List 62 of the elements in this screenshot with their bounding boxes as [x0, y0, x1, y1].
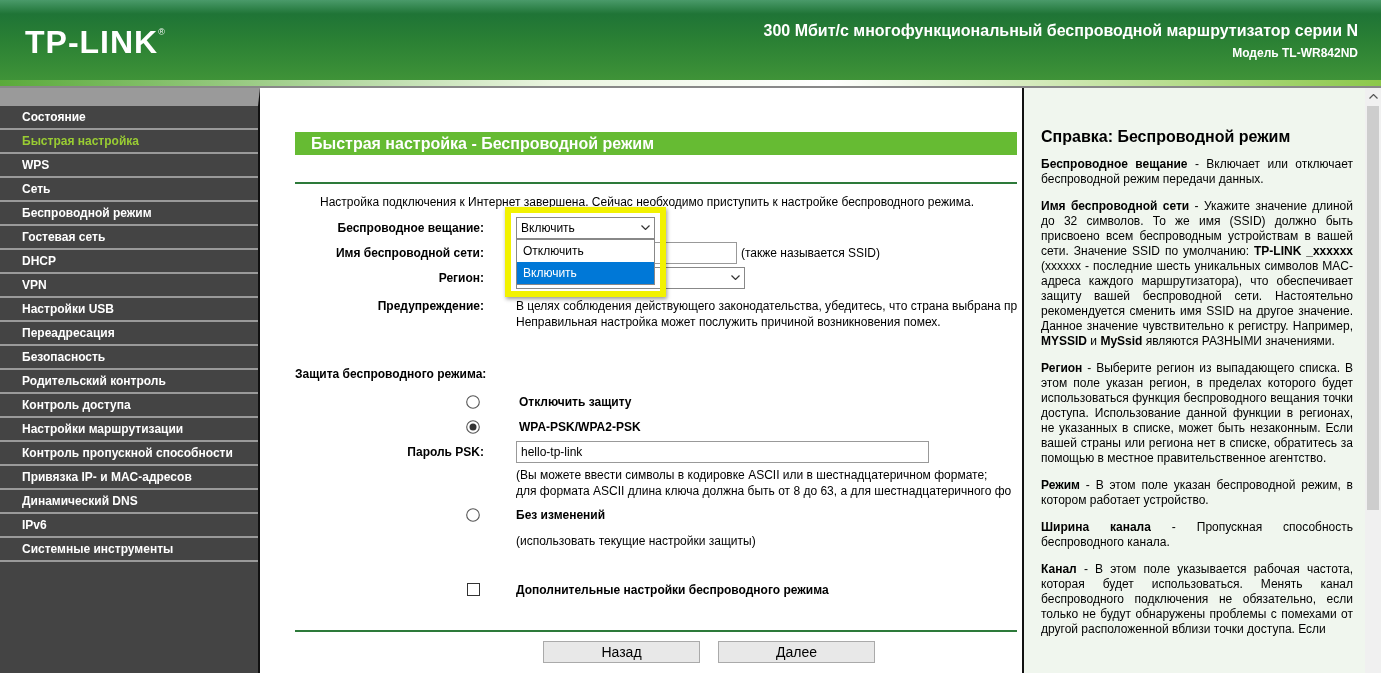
dropdown-option[interactable]: Отключить	[517, 239, 654, 262]
help-paragraph: Режим - В этом поле указан беспроводной режим, в котором работает устройство.	[1041, 478, 1353, 508]
radio-button[interactable]	[466, 507, 480, 522]
radio-label: Отключить защиту	[518, 394, 632, 409]
help-title: Справка: Беспроводной режим	[1041, 128, 1292, 146]
sidebar-item[interactable]: Гостевая сеть	[0, 226, 258, 250]
caret-icon	[641, 225, 650, 230]
checkbox-label: Дополнительные настройки беспроводного режима	[516, 582, 829, 597]
help-paragraph: Беспроводное вещание - Включает или отключает беспроводной режим передачи данных.	[1041, 157, 1353, 187]
sidebar-item[interactable]: VPN	[0, 274, 258, 298]
sidebar-item[interactable]: Переадресация	[0, 322, 258, 346]
sidebar-item[interactable]: Настройки маршрутизации	[0, 418, 258, 442]
note-text: (Вы можете ввести символы в кодировке ASCII или в шестнадцатеричном формате;	[516, 467, 989, 483]
broadcast-select[interactable]: Включить	[516, 216, 655, 239]
help-paragraph: Ширина канала - Пропускная способность беспроводного канала.	[1041, 520, 1353, 550]
sidebar-item[interactable]: Беспроводной режим	[0, 202, 258, 226]
sidebar-item[interactable]: Системные инструменты	[0, 538, 258, 562]
password-field[interactable]: hello-tp-link	[516, 440, 929, 463]
note-text: (использовать текущие настройки защиты)	[516, 533, 757, 549]
sidebar-item[interactable]: Настройки USB	[0, 298, 258, 322]
select-value: Включить	[521, 220, 575, 235]
product-title: 300 Мбит/с многофункциональный беспроводной маршрутизатор серии N	[763, 22, 1358, 40]
nav-button[interactable]: Далее	[718, 641, 875, 663]
caret-icon	[731, 275, 740, 280]
sidebar-item[interactable]: Сеть	[0, 178, 258, 202]
radio-label: Без изменений	[516, 507, 606, 522]
radio-button[interactable]	[466, 419, 480, 434]
sidebar-item[interactable]: IPv6	[0, 514, 258, 538]
sidebar-item[interactable]: Привязка IP- и MAC-адресов	[0, 466, 258, 490]
help-paragraph: Канал - В этом поле указывается рабочая частота, которая будет использоваться. Менять канал беспроводного подключения не обязательно, если только не будут обнаружены проблемы с помехами от другой расположенной вблизи точки доступа. Если	[1041, 562, 1353, 637]
scroll-up-icon[interactable]	[1368, 94, 1378, 99]
checkbox[interactable]	[467, 583, 480, 596]
field-label: Имя беспроводной сети:	[334, 245, 484, 260]
sidebar-item[interactable]: Контроль доступа	[0, 394, 258, 418]
sidebar-item[interactable]: WPS	[0, 154, 258, 178]
sidebar-item[interactable]: Безопасность	[0, 346, 258, 370]
model-label: Модель TL-WR842ND	[1232, 46, 1358, 60]
dropdown-option[interactable]: Включить	[517, 261, 654, 284]
sidebar-item[interactable]: Родительский контроль	[0, 370, 258, 394]
radio-button[interactable]	[466, 394, 480, 409]
radio-label: WPA-PSK/WPA2-PSK	[518, 419, 641, 434]
warning-text: Неправильная настройка может послужить причиной возникновения помех.	[516, 314, 942, 330]
help-paragraph: Имя беспроводной сети - Укажите значение длиной до 32 символов. То же имя (SSID) должно быть присвоено всем беспроводным устройствам в вашей сети. Значение SSID по умолчанию: TP-LINK _xxxxxx (xxxxxx - последние шесть уникальных символов MAC-адреса каждого маршрутизатора), что обеспечивает защиту вашей беспроводной сети. Настоятельно рекомендуется сменить имя SSID на другое значение. Данное значение чувствительно к регистру. Например, MYSSID и MySsid являются РАЗНЫМИ значениями.	[1041, 199, 1353, 349]
field-label: Предупреждение:	[376, 298, 484, 313]
section-heading: Защита беспроводного режима:	[295, 367, 488, 381]
nav-button[interactable]: Назад	[543, 641, 700, 663]
sidebar-item[interactable]: Контроль пропускной способности	[0, 442, 258, 466]
sidebar-item[interactable]: Быстрая настройка	[0, 130, 258, 154]
scrollbar[interactable]	[1365, 88, 1381, 673]
field-label: Регион:	[437, 270, 484, 285]
sidebar-item[interactable]: DHCP	[0, 250, 258, 274]
sidebar-item[interactable]: Состояние	[0, 106, 258, 130]
help-paragraph: Регион - Выберите регион из выпадающего списка. В этом поле указан регион, в пределах которого будет использоваться функция беспроводного вещания точки доступа. Использование данной функции в регионах, не указанных в списке, может быть незаконным. Если вашей страны или региона нет в списке, обратитесь за помощью в местное правительственное агентство.	[1041, 361, 1353, 466]
warning-text: В целях соблюдения действующего законодательства, убедитесь, что страна выбрана пр	[516, 298, 1018, 314]
field-label: Пароль PSK:	[406, 444, 484, 459]
logo: TP-LINK$^{®}$	[25, 23, 166, 61]
field-label: Беспроводное вещание:	[336, 220, 484, 235]
hint-text: (также называется SSID)	[741, 245, 880, 260]
page-title: Быстрая настройка - Беспроводной режим	[295, 132, 1017, 155]
sidebar-item[interactable]: Динамический DNS	[0, 490, 258, 514]
note-text: для формата ASCII длина ключа должна быть от 8 до 63, а для шестнадцатеричного фо	[516, 483, 1013, 499]
intro-text: Настройка подключения к Интернет завершена. Сейчас необходимо приступить к настройке беспроводного режима.	[320, 195, 975, 209]
